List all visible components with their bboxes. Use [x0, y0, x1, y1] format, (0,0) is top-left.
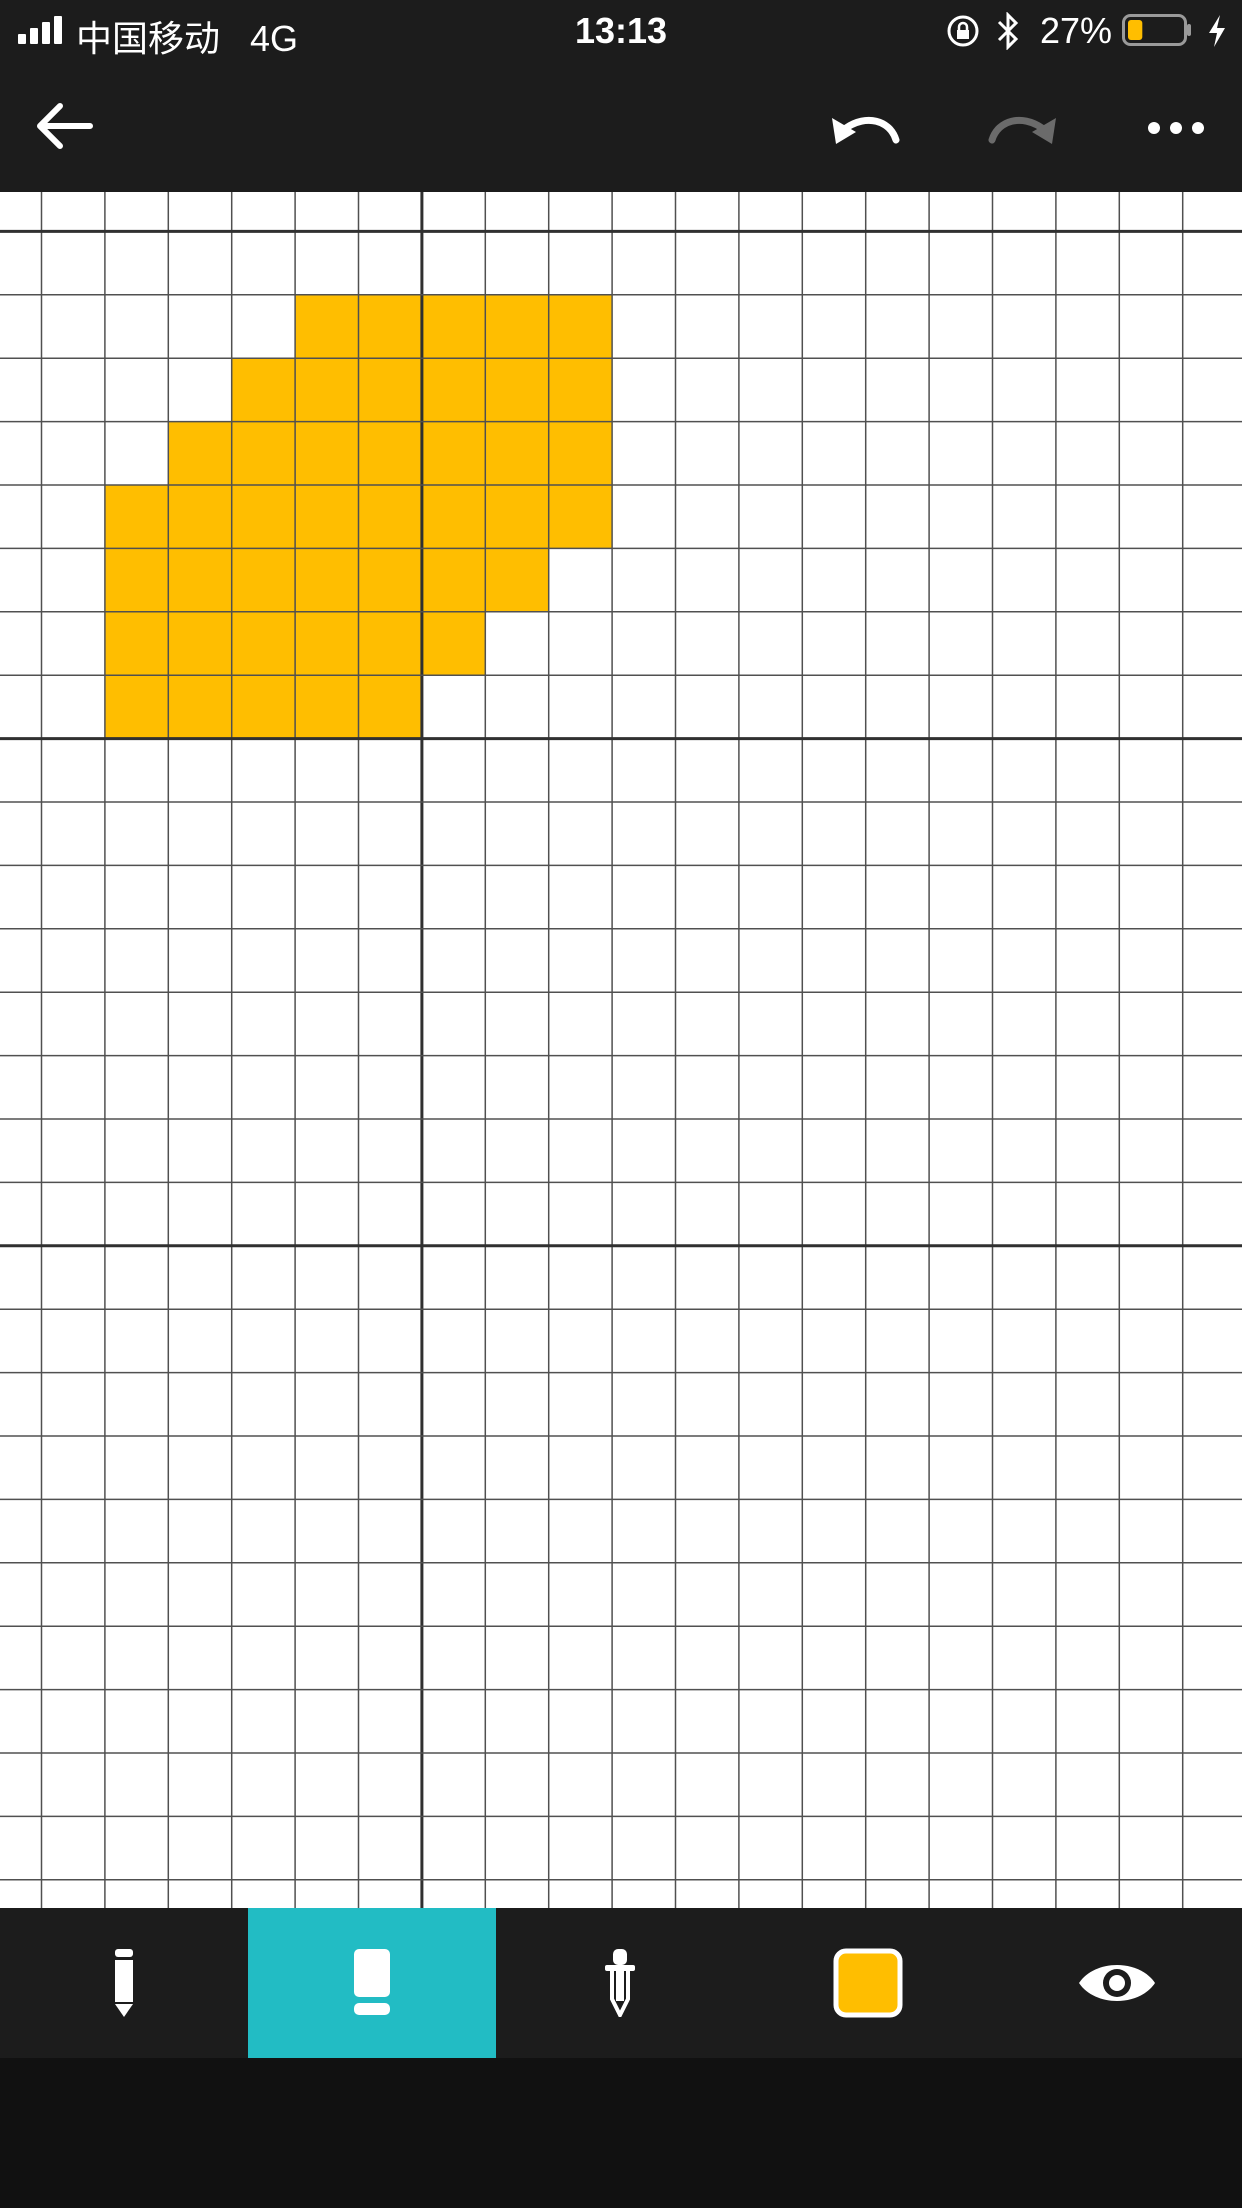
- filled-pixel[interactable]: [168, 611, 232, 676]
- filled-pixel[interactable]: [104, 548, 169, 612]
- eraser-icon: [354, 1949, 390, 2015]
- filled-pixel[interactable]: [421, 294, 486, 359]
- redo-icon: [988, 116, 1056, 144]
- filled-pixel[interactable]: [485, 358, 549, 422]
- tool-bar: [0, 1908, 1242, 2058]
- filled-pixel[interactable]: [421, 358, 486, 422]
- eraser-tool-button[interactable]: [248, 1908, 496, 2058]
- filled-pixel[interactable]: [104, 485, 169, 549]
- filled-pixel[interactable]: [485, 421, 549, 485]
- bluetooth-icon: [997, 12, 1019, 50]
- rotation-lock-icon: [947, 15, 979, 47]
- filled-pixel[interactable]: [358, 548, 422, 612]
- pixel-canvas[interactable]: [0, 192, 1242, 1908]
- filled-pixel[interactable]: [548, 358, 613, 422]
- filled-pixel[interactable]: [485, 548, 549, 612]
- more-options-button[interactable]: [1140, 98, 1212, 158]
- filled-pixel[interactable]: [358, 611, 422, 676]
- status-bar: 中国移动 4G 13:13 27%: [0, 0, 1242, 62]
- filled-pixel[interactable]: [485, 294, 549, 359]
- filled-pixel[interactable]: [168, 485, 232, 549]
- filled-pixel[interactable]: [231, 675, 296, 739]
- home-indicator-area: [0, 2058, 1242, 2208]
- filled-pixel[interactable]: [548, 485, 613, 549]
- eyedropper-tool-button[interactable]: [496, 1908, 744, 2058]
- filled-pixel[interactable]: [421, 548, 486, 612]
- filled-pixel[interactable]: [295, 675, 359, 739]
- filled-pixel[interactable]: [231, 611, 296, 676]
- pencil-icon: [115, 1949, 133, 2017]
- editor-toolbar: [0, 62, 1242, 192]
- filled-pixel[interactable]: [358, 485, 422, 549]
- battery-percentage: 27%: [1040, 10, 1113, 51]
- filled-pixel[interactable]: [168, 421, 232, 485]
- filled-pixel[interactable]: [548, 294, 613, 359]
- filled-pixel[interactable]: [548, 421, 613, 485]
- filled-pixel[interactable]: [295, 294, 359, 359]
- filled-pixel[interactable]: [168, 548, 232, 612]
- filled-pixel[interactable]: [358, 294, 422, 359]
- color-picker-button[interactable]: [744, 1908, 992, 2058]
- filled-pixel[interactable]: [168, 675, 232, 739]
- more-horizontal-icon: [1148, 122, 1204, 134]
- filled-pixel[interactable]: [295, 421, 359, 485]
- back-button[interactable]: [30, 98, 100, 154]
- filled-pixel[interactable]: [421, 421, 486, 485]
- filled-pixel[interactable]: [231, 485, 296, 549]
- redo-button[interactable]: [982, 98, 1062, 158]
- filled-pixel[interactable]: [485, 485, 549, 549]
- filled-pixel[interactable]: [104, 675, 169, 739]
- eye-icon: [1079, 1965, 1155, 2001]
- filled-pixel[interactable]: [295, 548, 359, 612]
- filled-pixel[interactable]: [104, 611, 169, 676]
- filled-pixel[interactable]: [421, 611, 486, 676]
- eyedropper-icon: [605, 1949, 635, 2017]
- filled-pixel[interactable]: [358, 358, 422, 422]
- filled-pixel[interactable]: [358, 421, 422, 485]
- filled-pixel[interactable]: [231, 548, 296, 612]
- charging-icon: [1209, 15, 1225, 47]
- filled-pixel[interactable]: [295, 485, 359, 549]
- preview-button[interactable]: [992, 1908, 1242, 2058]
- filled-pixel[interactable]: [421, 485, 486, 549]
- filled-pixel[interactable]: [295, 611, 359, 676]
- pencil-tool-button[interactable]: [0, 1908, 248, 2058]
- filled-pixel[interactable]: [231, 421, 296, 485]
- undo-button[interactable]: [826, 98, 906, 158]
- pixel-grid[interactable]: [0, 192, 1242, 1908]
- filled-pixel[interactable]: [358, 675, 422, 739]
- color-swatch-icon: [833, 1948, 903, 2018]
- arrow-left-icon: [37, 103, 93, 149]
- battery-icon: [1122, 14, 1191, 46]
- filled-pixel[interactable]: [231, 358, 296, 422]
- filled-pixel[interactable]: [295, 358, 359, 422]
- undo-icon: [832, 116, 900, 144]
